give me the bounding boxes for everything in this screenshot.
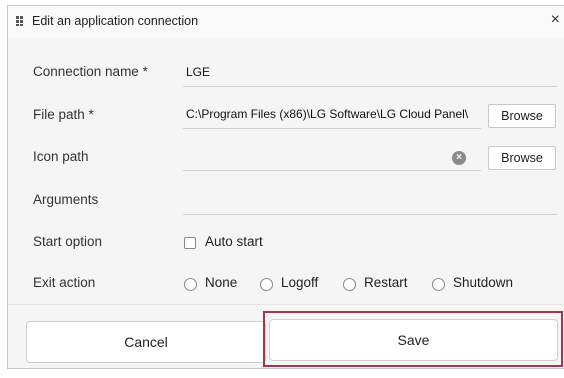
file-path-field[interactable]: C:\Program Files (x86)\LG Software\LG Cl… — [183, 102, 481, 129]
connection-name-value: LGE — [186, 65, 211, 79]
cancel-button[interactable]: Cancel — [26, 321, 266, 363]
exit-action-label: Exit action — [33, 275, 96, 290]
save-highlight-box — [263, 311, 563, 367]
clear-icon[interactable]: × — [452, 151, 466, 165]
file-path-value: C:\Program Files (x86)\LG Software\LG Cl… — [186, 107, 469, 121]
exit-restart-label[interactable]: Restart — [364, 275, 408, 290]
file-path-label: File path * — [33, 107, 94, 122]
dialog-titlebar: Edit an application connection × — [8, 6, 564, 39]
exit-shutdown-radio[interactable] — [432, 278, 445, 291]
icon-path-field[interactable] — [183, 144, 481, 171]
arguments-field[interactable] — [183, 188, 557, 215]
connection-name-field[interactable]: LGE — [183, 60, 557, 87]
footer-divider — [8, 304, 564, 305]
exit-none-radio[interactable] — [184, 278, 197, 291]
close-icon[interactable]: × — [551, 12, 560, 28]
auto-start-checkbox[interactable] — [184, 237, 196, 249]
start-option-label: Start option — [33, 234, 103, 249]
exit-logoff-label[interactable]: Logoff — [281, 275, 318, 290]
auto-start-label[interactable]: Auto start — [205, 234, 263, 249]
grid-icon — [16, 16, 23, 26]
connection-name-label: Connection name * — [33, 64, 148, 79]
exit-restart-radio[interactable] — [343, 278, 356, 291]
exit-shutdown-label[interactable]: Shutdown — [453, 275, 513, 290]
file-path-browse-button[interactable]: Browse — [488, 104, 556, 128]
exit-none-label[interactable]: None — [205, 275, 237, 290]
dialog-title: Edit an application connection — [32, 14, 199, 28]
arguments-label: Arguments — [33, 192, 99, 207]
exit-logoff-radio[interactable] — [260, 278, 273, 291]
icon-path-label: Icon path — [33, 149, 89, 164]
icon-path-browse-button[interactable]: Browse — [488, 146, 556, 170]
